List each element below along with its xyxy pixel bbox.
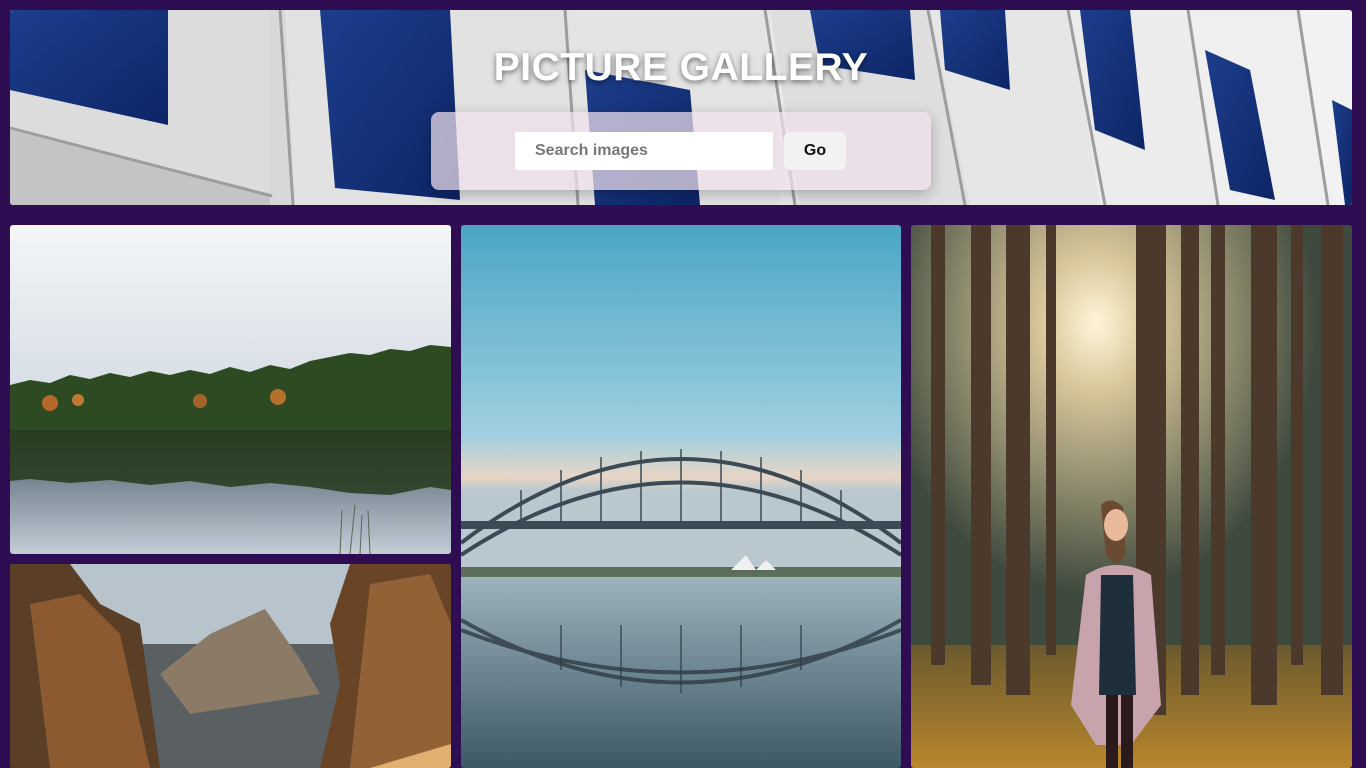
go-button[interactable]: Go — [784, 132, 846, 170]
page-title: PICTURE GALLERY — [493, 46, 869, 89]
gallery-image-rocks[interactable] — [10, 564, 451, 768]
search-panel: Go — [431, 112, 931, 190]
gallery-image-lake[interactable] — [10, 225, 451, 554]
gallery-image-bridge[interactable] — [461, 225, 901, 768]
header-banner: PICTURE GALLERY Go — [10, 10, 1352, 205]
search-input[interactable] — [515, 132, 773, 170]
gallery-image-forest-woman[interactable] — [911, 225, 1352, 768]
